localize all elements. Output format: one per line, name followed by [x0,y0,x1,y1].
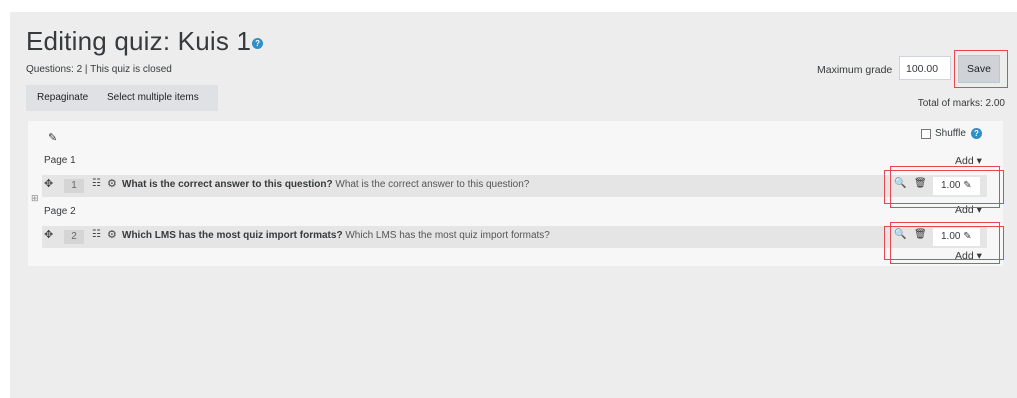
shuffle-control[interactable]: Shuffle ? [921,128,982,139]
question-text[interactable]: What is the correct answer to this quest… [122,179,529,190]
max-grade-label: Maximum grade [817,64,893,76]
gear-icon[interactable]: ⚙ [107,177,117,190]
page-label: Page 2 [44,206,76,217]
highlight-box [884,226,1004,260]
highlight-box [884,170,1004,204]
move-icon[interactable]: ✥ [44,228,53,241]
question-circle-icon[interactable]: ? [970,128,982,139]
question-title[interactable]: Which LMS has the most quiz import forma… [122,230,343,241]
multichoice-icon: ☷ [92,229,101,240]
save-highlight-box [954,50,1008,88]
toolbar: Repaginate Select multiple items [26,85,218,111]
question-body: Which LMS has the most quiz import forma… [345,230,550,241]
select-multiple-button[interactable]: Select multiple items [107,85,199,111]
page-break-icon[interactable]: ⊞ [31,193,39,204]
total-marks: Total of marks: 2.00 [917,98,1005,109]
pencil-icon[interactable]: ✎ [48,131,57,144]
page-title-text: Editing quiz: Kuis 1 [26,26,252,56]
question-row: ✥ 1 ☷ ⚙ What is the correct answer to th… [42,175,987,197]
question-circle-icon[interactable]: ? [252,37,264,49]
question-number: 1 [64,179,84,193]
question-text[interactable]: Which LMS has the most quiz import forma… [122,230,550,241]
question-row: ✥ 2 ☷ ⚙ Which LMS has the most quiz impo… [42,226,987,248]
gear-icon[interactable]: ⚙ [107,228,117,241]
question-number: 2 [64,230,84,244]
page-title: Editing quiz: Kuis 1? [26,26,264,57]
multichoice-icon: ☷ [92,178,101,189]
question-title[interactable]: What is the correct answer to this quest… [122,179,333,190]
shuffle-label: Shuffle [935,128,966,139]
repaginate-button[interactable]: Repaginate [37,85,88,111]
question-body: What is the correct answer to this quest… [335,179,530,190]
shuffle-checkbox[interactable] [921,128,931,139]
max-grade-input[interactable]: 100.00 [899,56,951,80]
page-label: Page 1 [44,155,76,166]
quiz-status: Questions: 2 | This quiz is closed [26,64,172,75]
move-icon[interactable]: ✥ [44,177,53,190]
